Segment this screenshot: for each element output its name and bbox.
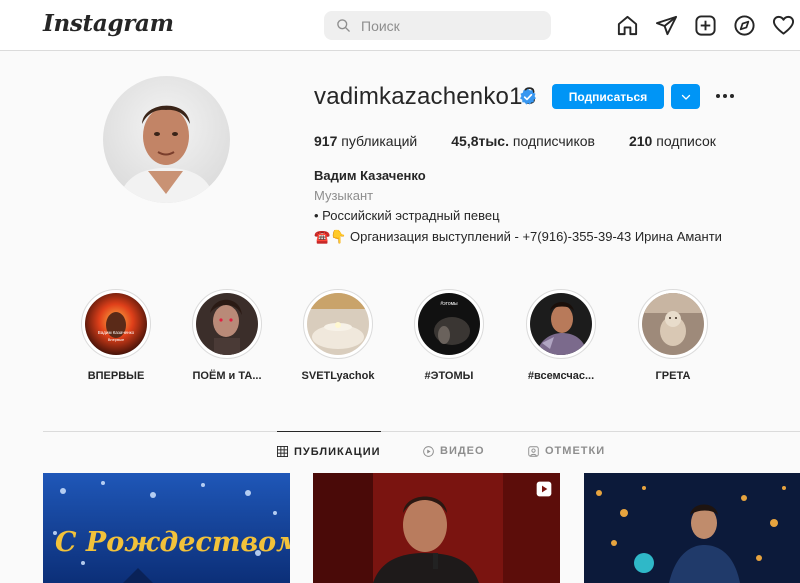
highlight-label: ПОЁМ и ТА... bbox=[192, 370, 262, 382]
following-count: 210 bbox=[628, 133, 653, 149]
highlight-cover-text: #этомы bbox=[440, 301, 458, 307]
posts-label: публикаций bbox=[341, 133, 418, 149]
highlight-cover-image bbox=[642, 293, 704, 355]
profile-stats: 917 публикаций 45,8тыс. подписчиков 210 … bbox=[314, 133, 750, 149]
post-image bbox=[584, 473, 800, 583]
story-highlight[interactable]: SVETLyachok bbox=[288, 289, 388, 382]
tab-label: ВИДЕО bbox=[440, 445, 485, 457]
post-thumbnail[interactable] bbox=[313, 473, 560, 583]
story-highlight[interactable]: Вадим Казаченко Впервые ВПЕРВЫЕ bbox=[66, 289, 166, 382]
following-label: подписок bbox=[656, 133, 716, 149]
follow-button[interactable]: Подписаться bbox=[552, 84, 664, 109]
tab-posts[interactable]: ПУБЛИКАЦИИ bbox=[277, 431, 381, 471]
explore-icon[interactable] bbox=[732, 13, 757, 38]
followers-label: подписчиков bbox=[512, 133, 595, 149]
nav-icons bbox=[615, 13, 796, 38]
activity-icon[interactable] bbox=[771, 13, 796, 38]
following-stat[interactable]: 210 подписок bbox=[629, 133, 716, 149]
direct-icon[interactable] bbox=[654, 13, 679, 38]
highlight-cover-image: Вадим Казаченко Впервые bbox=[85, 293, 147, 355]
post-thumbnail[interactable]: С Рождеством! bbox=[43, 473, 290, 583]
highlight-label: SVETLyachok bbox=[301, 370, 375, 382]
story-highlight[interactable]: ПОЁМ и ТА... bbox=[177, 289, 277, 382]
chevron-down-icon bbox=[681, 94, 690, 100]
highlight-cover-subtitle: Впервые bbox=[108, 337, 125, 342]
posts-stat: 917 публикаций bbox=[314, 133, 417, 149]
profile-bio-line: • Российский эстрадный певец bbox=[314, 208, 500, 223]
highlight-cover-title: Вадим Казаченко bbox=[98, 330, 135, 335]
highlight-label: #всемсчас... bbox=[527, 370, 595, 382]
new-post-icon[interactable] bbox=[693, 13, 718, 38]
instagram-logo[interactable]: Instagram bbox=[43, 10, 174, 37]
home-icon[interactable] bbox=[615, 13, 640, 38]
tab-label: ОТМЕТКИ bbox=[545, 445, 606, 457]
highlight-label: #ЭТОМЫ bbox=[424, 370, 474, 382]
followers-stat[interactable]: 45,8тыс. подписчиков bbox=[451, 133, 595, 149]
profile-full-name: Вадим Казаченко bbox=[314, 168, 426, 183]
search-icon bbox=[337, 19, 350, 32]
search-box[interactable] bbox=[324, 11, 551, 40]
verified-badge-icon bbox=[520, 88, 536, 105]
tab-label: ПУБЛИКАЦИИ bbox=[294, 445, 381, 458]
grid-icon bbox=[277, 446, 288, 457]
profile-avatar[interactable] bbox=[103, 76, 230, 203]
suggested-dropdown-button[interactable] bbox=[671, 84, 700, 109]
video-tab-icon bbox=[423, 445, 434, 457]
post-image bbox=[313, 473, 560, 583]
tagged-icon bbox=[528, 445, 539, 457]
more-options-icon[interactable] bbox=[713, 88, 737, 104]
story-highlight[interactable]: ГРЕТА bbox=[623, 289, 723, 382]
tab-videos[interactable]: ВИДЕО bbox=[423, 431, 485, 471]
highlight-cover-image bbox=[530, 293, 592, 355]
post-caption-text: С Рождеством! bbox=[55, 527, 290, 558]
top-navigation: Instagram bbox=[0, 0, 800, 51]
followers-count: 45,8тыс. bbox=[451, 133, 509, 149]
profile-bio-line: ☎️👇 Организация выступлений - +7(916)-35… bbox=[314, 229, 722, 244]
highlight-cover-image bbox=[196, 293, 258, 355]
tab-tagged[interactable]: ОТМЕТКИ bbox=[528, 431, 605, 471]
highlight-label: ГРЕТА bbox=[655, 370, 691, 382]
posts-count: 917 bbox=[314, 133, 338, 149]
tabs-divider bbox=[43, 431, 800, 432]
highlight-cover-image: #этомы bbox=[418, 293, 480, 355]
story-highlight[interactable]: #всемсчас... bbox=[511, 289, 611, 382]
video-post-icon bbox=[536, 481, 552, 497]
highlight-cover-image bbox=[307, 293, 369, 355]
profile-category: Музыкант bbox=[314, 188, 374, 203]
post-image: С Рождеством! bbox=[43, 473, 290, 583]
search-input[interactable] bbox=[361, 17, 541, 34]
post-thumbnail[interactable] bbox=[584, 473, 800, 583]
story-highlight[interactable]: #этомы #ЭТОМЫ bbox=[399, 289, 499, 382]
profile-username: vadimkazachenko13 bbox=[314, 83, 537, 110]
highlight-label: ВПЕРВЫЕ bbox=[87, 370, 145, 382]
